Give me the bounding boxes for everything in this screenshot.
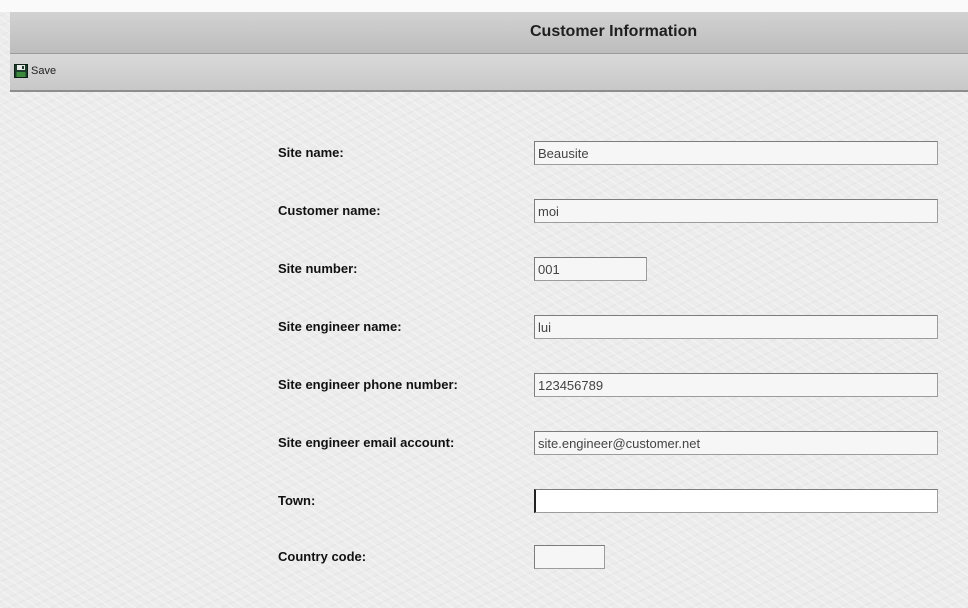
site-name-label: Site name: — [278, 145, 344, 160]
title-bar: Customer Information — [10, 12, 968, 54]
floppy-disk-icon — [14, 64, 28, 78]
form-row-site-engineer-email: Site engineer email account: — [278, 431, 938, 455]
site-name-input[interactable] — [534, 141, 938, 165]
site-engineer-name-label: Site engineer name: — [278, 319, 402, 334]
form-row-site-name: Site name: — [278, 141, 938, 165]
site-engineer-email-input[interactable] — [534, 431, 938, 455]
form-row-country-code: Country code: — [278, 545, 938, 569]
town-input[interactable] — [534, 489, 938, 513]
save-button[interactable]: Save — [14, 61, 56, 81]
form-row-site-engineer-phone: Site engineer phone number: — [278, 373, 938, 397]
toolbar: Save — [10, 54, 968, 92]
site-engineer-name-input[interactable] — [534, 315, 938, 339]
site-engineer-phone-input[interactable] — [534, 373, 938, 397]
town-label: Town: — [278, 493, 316, 508]
country-code-input[interactable] — [534, 545, 605, 569]
site-engineer-email-label: Site engineer email account: — [278, 435, 455, 450]
customer-name-input[interactable] — [534, 199, 938, 223]
top-strip — [0, 0, 968, 12]
site-number-label: Site number: — [278, 261, 358, 276]
site-engineer-phone-label: Site engineer phone number: — [278, 377, 458, 392]
form-row-site-engineer-name: Site engineer name: — [278, 315, 938, 339]
page-title: Customer Information — [530, 23, 698, 40]
country-code-label: Country code: — [278, 549, 367, 564]
form-row-customer-name: Customer name: — [278, 199, 938, 223]
form-row-town: Town: — [278, 489, 938, 513]
site-number-input[interactable] — [534, 257, 647, 281]
customer-name-label: Customer name: — [278, 203, 381, 218]
save-label: Save — [31, 65, 57, 77]
form-row-site-number: Site number: — [278, 257, 938, 281]
